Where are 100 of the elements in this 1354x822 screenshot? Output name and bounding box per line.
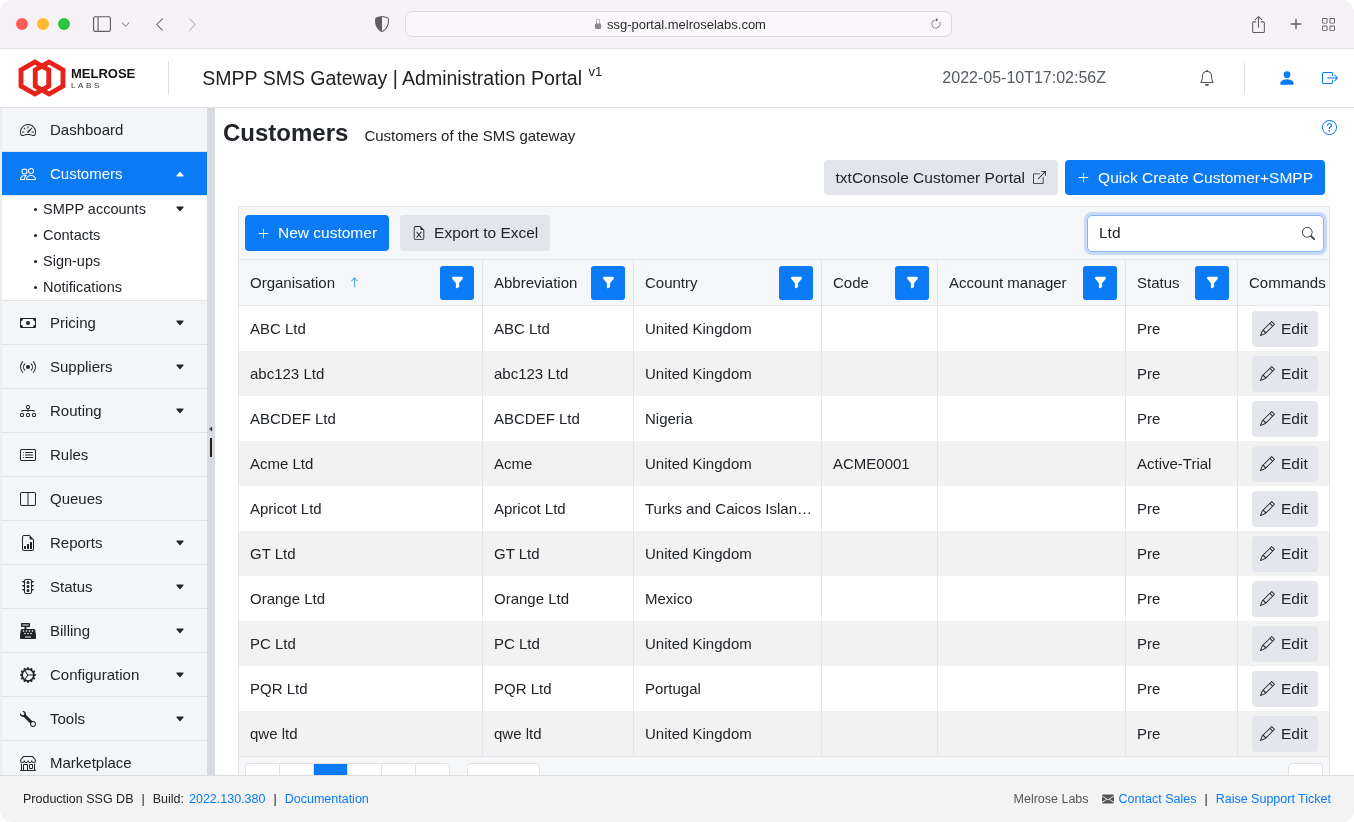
- file-chart-icon: [20, 534, 36, 551]
- shield-icon[interactable]: [374, 16, 390, 32]
- filter-icon: [789, 276, 803, 289]
- pencil-icon: [1260, 681, 1275, 696]
- sidebar-toggle-icon[interactable]: [93, 15, 111, 33]
- edit-button[interactable]: Edit: [1252, 445, 1318, 482]
- column-header[interactable]: Account manager: [949, 274, 1067, 291]
- edit-button[interactable]: Edit: [1252, 310, 1318, 347]
- submenu-item[interactable]: Contacts: [2, 222, 207, 248]
- page-title: Customers: [223, 118, 349, 148]
- column-header[interactable]: Status: [1137, 274, 1180, 291]
- filter-button[interactable]: [1195, 265, 1229, 300]
- filter-button[interactable]: [895, 265, 929, 300]
- export-button[interactable]: Export to Excel: [400, 215, 551, 251]
- filter-icon: [450, 276, 464, 289]
- footer-link[interactable]: Contact Sales: [1118, 792, 1197, 806]
- filter-button[interactable]: [591, 265, 625, 300]
- collapse-arrow-icon[interactable]: [208, 426, 214, 432]
- separator-text: |: [273, 792, 277, 806]
- edit-button[interactable]: Edit: [1252, 490, 1318, 527]
- pencil-icon: [1260, 726, 1275, 741]
- column-header[interactable]: Code: [833, 274, 869, 291]
- pencil-icon: [1260, 546, 1275, 561]
- column-header[interactable]: Commands: [1249, 274, 1326, 291]
- filter-button[interactable]: [440, 265, 474, 300]
- pencil-icon: [1260, 411, 1275, 426]
- sidebar-item[interactable]: Customers: [2, 152, 207, 196]
- column-header[interactable]: Country: [645, 274, 698, 291]
- filter-button[interactable]: [1083, 265, 1117, 300]
- pencil-icon: [1260, 591, 1275, 606]
- bullet-icon: [34, 259, 37, 263]
- tab-overview-icon[interactable]: [1321, 16, 1336, 32]
- filter-icon: [1093, 276, 1107, 289]
- quick-create-button[interactable]: Quick Create Customer+SMPP: [1065, 160, 1325, 195]
- app-title: SMPP SMS Gateway | Administration Portal $^{v1}$: [202, 66, 603, 90]
- gear-icon: [20, 666, 36, 683]
- speedometer-icon: [20, 121, 36, 138]
- logout-icon[interactable]: [1322, 70, 1338, 86]
- submenu-item[interactable]: SMPP accounts: [2, 196, 207, 222]
- logo-icon: [18, 58, 66, 98]
- pencil-icon: [1260, 456, 1275, 471]
- footer-link[interactable]: Raise Support Ticket: [1215, 792, 1331, 806]
- separator-text: |: [1204, 792, 1208, 806]
- new-button[interactable]: New customer: [245, 215, 390, 251]
- search-field[interactable]: Ltd: [1087, 214, 1324, 252]
- footer-text: Production SSG DB: [23, 792, 134, 806]
- submenu-item[interactable]: Sign-ups: [2, 248, 207, 274]
- filter-icon: [905, 276, 919, 289]
- bullet-icon: [34, 285, 37, 289]
- footer-link[interactable]: Documentation: [284, 792, 369, 806]
- pencil-icon: [1260, 501, 1275, 516]
- spreadsheet-file-icon: [412, 226, 427, 240]
- edit-button[interactable]: Edit: [1252, 400, 1318, 437]
- user-icon[interactable]: [1278, 69, 1296, 87]
- cash-register-icon: [20, 622, 36, 639]
- help-icon[interactable]: [1322, 120, 1337, 135]
- people-icon: [20, 165, 36, 182]
- bullet-icon: [34, 207, 37, 211]
- traffic-light-icon: [20, 578, 36, 595]
- diagram-icon: [20, 402, 36, 419]
- shop-icon: [20, 754, 36, 771]
- edit-button[interactable]: Edit: [1252, 670, 1318, 707]
- edit-button[interactable]: Edit: [1252, 580, 1318, 617]
- bullet-icon: [34, 233, 37, 237]
- edit-button[interactable]: Edit: [1252, 535, 1318, 572]
- separator-text: |: [141, 792, 145, 806]
- plus-icon: [1077, 171, 1091, 184]
- timestamp: 2022-05-10T17:02:56Z: [942, 69, 1106, 87]
- filter-icon: [1205, 276, 1219, 289]
- plus-icon: [257, 226, 270, 240]
- search-icon[interactable]: [1302, 226, 1315, 240]
- portal-link-button[interactable]: txtConsole Customer Portal: [823, 160, 1059, 195]
- edit-button[interactable]: Edit: [1252, 715, 1318, 752]
- footer-link[interactable]: 2022.130.380: [189, 792, 266, 806]
- lock-icon: [593, 19, 603, 29]
- broadcast-icon: [20, 358, 36, 375]
- column-header[interactable]: Organisation: [250, 274, 336, 291]
- edit-button[interactable]: Edit: [1252, 355, 1318, 392]
- footer-text: Build:: [152, 792, 184, 806]
- edit-button[interactable]: Edit: [1252, 625, 1318, 662]
- external-link-icon: [1033, 171, 1047, 184]
- filter-icon: [601, 276, 615, 289]
- brand-name: MELROSE: [71, 66, 136, 80]
- list-icon: [20, 446, 36, 463]
- reload-icon[interactable]: [930, 18, 942, 30]
- filter-button[interactable]: [779, 265, 813, 300]
- envelope-icon: [1101, 793, 1114, 805]
- company-name: Melrose Labs: [1013, 792, 1089, 806]
- share-icon[interactable]: [1250, 15, 1267, 33]
- url-field[interactable]: ssg-portal.melroselabs.com: [405, 11, 952, 37]
- pencil-icon: [1260, 636, 1275, 651]
- resize-handle-icon[interactable]: [210, 438, 212, 457]
- pencil-icon: [1260, 321, 1275, 336]
- brand-subtitle: LABS: [71, 81, 103, 90]
- column-header[interactable]: Abbreviation: [494, 274, 578, 291]
- pencil-icon: [1260, 366, 1275, 381]
- submenu-item[interactable]: Notifications: [2, 274, 207, 300]
- window-close-icon[interactable]: [16, 18, 28, 30]
- caret-down-icon[interactable]: [175, 204, 185, 214]
- bell-icon[interactable]: [1199, 70, 1215, 86]
